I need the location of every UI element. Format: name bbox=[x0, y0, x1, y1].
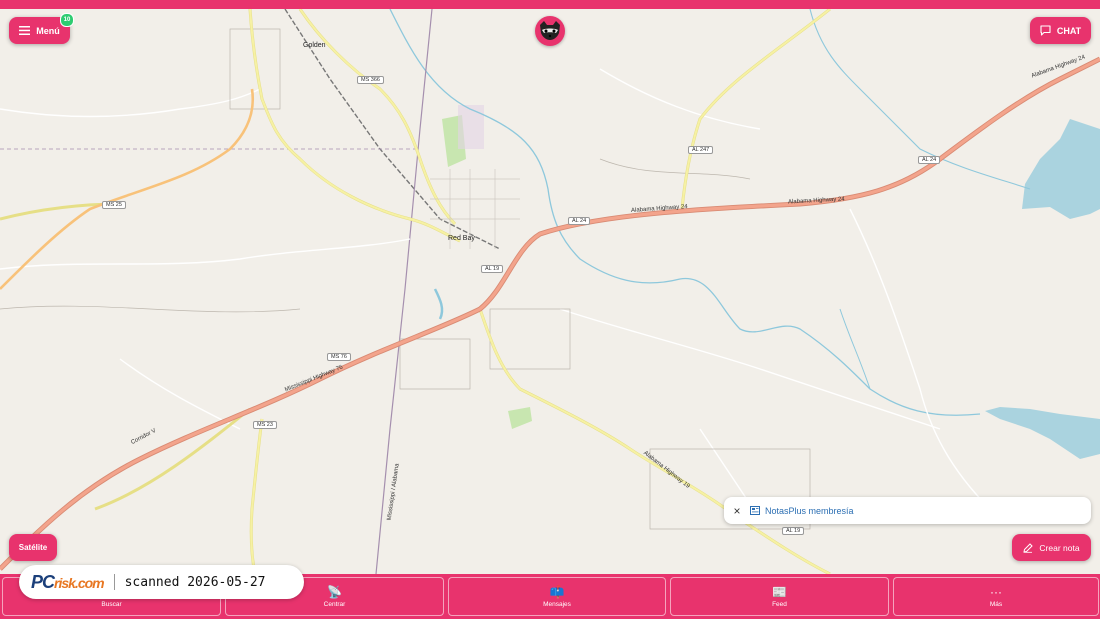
shield-al19-south: AL 19 bbox=[782, 527, 805, 535]
tab-feed[interactable]: 📰 Feed bbox=[670, 577, 889, 616]
mailbox-icon: 📫 bbox=[549, 584, 565, 599]
shield-ms366: MS 366 bbox=[357, 76, 384, 84]
notasplus-banner[interactable]: × NotasPlus membresía bbox=[724, 497, 1091, 524]
chat-button[interactable]: CHAT bbox=[1030, 17, 1091, 44]
app-logo[interactable] bbox=[535, 16, 565, 46]
notification-badge: 10 bbox=[60, 13, 74, 27]
map-view[interactable]: Golden Red Bay MS 366 MS 25 MS 76 MS 23 … bbox=[0, 9, 1100, 574]
create-note-button[interactable]: Crear nota bbox=[1012, 534, 1091, 561]
create-note-label: Crear nota bbox=[1039, 542, 1080, 553]
shield-ms25: MS 25 bbox=[102, 201, 126, 209]
tab-mensajes[interactable]: 📫 Mensajes bbox=[448, 577, 666, 616]
menu-label: Menú bbox=[36, 25, 60, 36]
tab-mas-label: Más bbox=[989, 600, 1003, 608]
top-accent-bar bbox=[0, 0, 1100, 9]
watermark-brand-suffix: risk.com bbox=[54, 574, 105, 591]
tab-buscar-label: Buscar bbox=[101, 600, 122, 608]
menu-button[interactable]: Menú 10 bbox=[9, 13, 74, 44]
hamburger-icon bbox=[19, 26, 31, 35]
newspaper-icon bbox=[750, 506, 760, 515]
watermark-brand: PC bbox=[31, 571, 55, 592]
notasplus-label: NotasPlus membresía bbox=[765, 505, 854, 516]
tab-mensajes-label: Mensajes bbox=[543, 600, 571, 608]
tab-mas[interactable]: ··· Más bbox=[893, 577, 1099, 616]
raccoon-logo-icon bbox=[540, 21, 560, 40]
place-label-red-bay: Red Bay bbox=[448, 235, 475, 242]
more-dots-icon: ··· bbox=[990, 584, 1002, 599]
satellite-label: Satélite bbox=[18, 543, 48, 552]
watermark-divider bbox=[113, 574, 115, 590]
watermark-badge: PCrisk.com scanned 2026-05-27 bbox=[19, 565, 304, 599]
pencil-icon bbox=[1023, 542, 1034, 553]
satellite-dish-icon: 📡 bbox=[327, 584, 342, 599]
shield-ms23: MS 23 bbox=[253, 421, 277, 429]
watermark-text: scanned 2026-05-27 bbox=[124, 574, 266, 590]
shield-ms76: MS 76 bbox=[327, 353, 351, 361]
tab-feed-label: Feed bbox=[772, 600, 787, 608]
watermark-logo: PCrisk.com bbox=[31, 571, 105, 593]
satellite-toggle-button[interactable]: Satélite bbox=[9, 534, 57, 561]
place-label-golden: Golden bbox=[303, 42, 326, 49]
tab-centrar-label: Centrar bbox=[323, 600, 346, 608]
chat-label: CHAT bbox=[1056, 25, 1082, 36]
shield-al19-north: AL 19 bbox=[481, 265, 504, 273]
newspaper-icon: 📰 bbox=[772, 584, 787, 599]
chat-bubble-icon bbox=[1040, 25, 1051, 36]
shield-al24-west: AL 24 bbox=[568, 217, 591, 225]
shield-al247: AL 247 bbox=[688, 146, 714, 154]
close-icon[interactable]: × bbox=[724, 504, 750, 518]
shield-al24-east: AL 24 bbox=[918, 156, 941, 164]
